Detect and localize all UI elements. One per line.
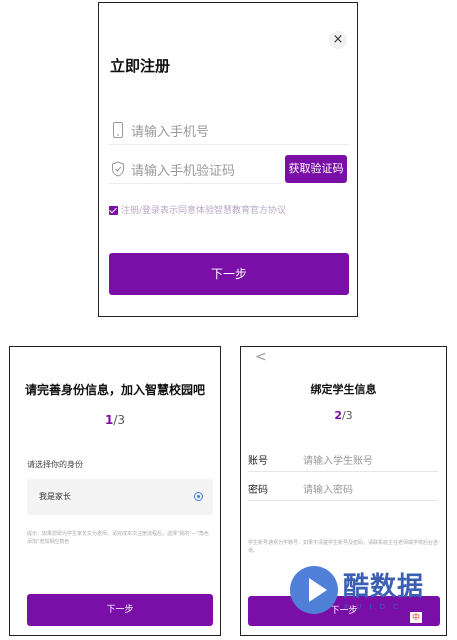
identity-panel: 请完善身份信息，加入智慧校园吧 1/3 请选择你的身份 我是家长 提示：如果您即… [9, 346, 221, 636]
hint-text: 提示：如果您即为学生家长又为老师，请完成本次注册流程后，选择"我的"—"角色添加… [27, 531, 209, 545]
hint-text: 学生账号通常为学籍号，如果不清楚学生账号及密码，请联系班主任老师或学校后台咨询。 [248, 540, 439, 554]
agreement-text: 注册/登录表示同意体验智慧教育官方协议 [121, 206, 287, 216]
close-icon[interactable]: × [329, 31, 347, 49]
phone-input[interactable]: 请输入手机号 [131, 121, 209, 140]
agreement-checkbox[interactable] [109, 206, 118, 215]
step-indicator: 2/3 [241, 409, 446, 422]
play-icon [309, 578, 327, 602]
phone-field[interactable]: 请输入手机号 [109, 115, 349, 145]
divider [109, 183, 281, 184]
option-label: 我是家长 [39, 492, 71, 501]
page-title: 绑定学生信息 [310, 383, 377, 396]
role-option-parent[interactable]: 我是家长 [27, 479, 213, 515]
select-label: 请选择你的身份 [27, 460, 83, 469]
radio-selected-icon[interactable] [194, 492, 203, 501]
account-field[interactable]: 账号 请输入学生账号 [248, 444, 438, 472]
watermark-subtext: KUIDC [344, 603, 406, 611]
agreement-row[interactable]: 注册/登录表示同意体验智慧教育官方协议 [109, 203, 286, 216]
code-field[interactable]: 请输入手机验证码 [109, 154, 281, 184]
step-current: 2 [334, 409, 342, 422]
step-indicator: 1/3 [10, 413, 220, 427]
divider [109, 144, 349, 145]
password-field[interactable]: 密码 请输入密码 [248, 473, 438, 501]
back-icon[interactable]: < [255, 349, 267, 365]
page-title: 立即注册 [110, 57, 171, 75]
page-title: 请完善身份信息，加入智慧校园吧 [24, 383, 205, 397]
phone-icon [113, 122, 123, 138]
divider [248, 500, 438, 501]
next-button[interactable]: 下一步 [27, 594, 213, 626]
watermark-chip: 中 [410, 612, 422, 623]
account-label: 账号 [248, 456, 268, 467]
get-code-button[interactable]: 获取验证码 [285, 155, 347, 183]
watermark-brand: 酷数据 [343, 572, 425, 602]
step-total: /3 [113, 413, 126, 427]
password-label: 密码 [248, 485, 268, 496]
code-input[interactable]: 请输入手机验证码 [131, 160, 235, 179]
account-input[interactable]: 请输入学生账号 [303, 452, 373, 467]
next-button[interactable]: 下一步 [109, 253, 349, 295]
password-input[interactable]: 请输入密码 [303, 481, 353, 496]
step-total: /3 [341, 409, 353, 422]
divider [248, 471, 438, 472]
register-panel: × 立即注册 请输入手机号 请输入手机验证码 获取验证码 注册/登录表示同意体验… [98, 2, 358, 317]
shield-icon [112, 161, 124, 177]
